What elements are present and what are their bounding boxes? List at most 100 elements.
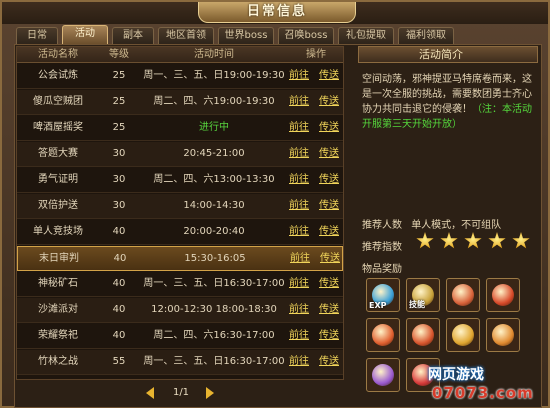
red-gift-icon[interactable]	[406, 318, 440, 352]
reward-orb	[412, 324, 434, 346]
event-time: 15:30-16:05	[184, 253, 246, 264]
skill-book-icon[interactable]: 技能	[406, 278, 440, 312]
event-time: 周一、三、五、日19:00-19:30	[143, 70, 285, 81]
header-level: 等级	[109, 49, 129, 60]
watermark-line2: 07073.com	[432, 384, 534, 402]
event-level: 25	[112, 70, 126, 81]
header-time: 活动时间	[194, 49, 234, 60]
next-page-icon[interactable]	[206, 387, 214, 399]
tab-dungeon[interactable]: 副本	[112, 27, 154, 44]
event-level: 40	[112, 304, 126, 315]
orange-gift-icon[interactable]	[486, 318, 520, 352]
teleport-link[interactable]: 传送	[319, 220, 339, 244]
teleport-link[interactable]: 传送	[319, 272, 339, 296]
event-time: 20:00-20:40	[183, 226, 245, 237]
go-link[interactable]: 前往	[289, 116, 309, 140]
teleport-link[interactable]: 传送	[319, 350, 339, 374]
teleport-link[interactable]: 传送	[319, 142, 339, 166]
reward-orb	[492, 284, 514, 306]
recommend-players-label: 推荐人数	[362, 220, 402, 231]
teleport-link[interactable]: 传送	[319, 194, 339, 218]
go-link[interactable]: 前往	[289, 142, 309, 166]
pet-egg-icon[interactable]	[446, 278, 480, 312]
event-time: 12:00-12:30 18:00-18:30	[151, 304, 277, 315]
table-row[interactable]: 双倍护送 30 14:00-14:30 前往 传送	[17, 194, 343, 219]
gold-gift-icon[interactable]	[446, 318, 480, 352]
event-name: 公会试炼	[38, 70, 78, 81]
event-name: 勇气证明	[38, 174, 78, 185]
mushroom-icon[interactable]	[486, 278, 520, 312]
event-time: 周一、三、五、日16:30-17:00	[143, 356, 285, 367]
tab-welfare[interactable]: 福利领取	[398, 27, 454, 44]
teleport-link[interactable]: 传送	[319, 90, 339, 114]
header-name: 活动名称	[38, 49, 78, 60]
teleport-link[interactable]: 传送	[319, 324, 339, 348]
exp-potion-icon[interactable]: EXP	[366, 278, 400, 312]
event-level: 25	[112, 122, 126, 133]
event-name: 傻瓜空贼团	[33, 96, 83, 107]
tab-world-boss[interactable]: 世界boss	[218, 27, 274, 44]
reward-tag: 技能	[409, 300, 425, 309]
event-time: 周一、三、五、日16:30-17:00	[143, 278, 285, 289]
table-row[interactable]: 荣耀祭祀 40 周二、四、六16:30-17:00 前往 传送	[17, 324, 343, 349]
table-row[interactable]: 傻瓜空贼团 25 周二、四、六19:00-19:30 前往 传送	[17, 90, 343, 115]
event-name: 单人竞技场	[33, 226, 83, 237]
red-mushroom-icon[interactable]	[366, 318, 400, 352]
go-link[interactable]: 前往	[290, 247, 310, 271]
page-number: 1/1	[172, 387, 190, 398]
site-watermark: 网页游戏 07073.com	[410, 362, 550, 408]
tab-daily[interactable]: 日常	[16, 27, 58, 44]
teleport-link[interactable]: 传送	[319, 116, 339, 140]
go-link[interactable]: 前往	[289, 324, 309, 348]
event-name: 荣耀祭祀	[38, 330, 78, 341]
pager: 1/1	[144, 384, 214, 402]
event-name: 答题大赛	[38, 148, 78, 159]
go-link[interactable]: 前往	[289, 168, 309, 192]
event-time: 进行中	[199, 122, 229, 133]
table-row[interactable]: 神秘矿石 40 周一、三、五、日16:30-17:00 前往 传送	[17, 272, 343, 297]
event-level: 25	[112, 96, 126, 107]
go-link[interactable]: 前往	[289, 298, 309, 322]
tab-events[interactable]: 活动	[62, 25, 108, 44]
pouch-icon[interactable]	[366, 358, 400, 392]
table-row[interactable]: 公会试炼 25 周一、三、五、日19:00-19:30 前往 传送	[17, 64, 343, 89]
event-table: 活动名称 等级 活动时间 操作 公会试炼 25 周一、三、五、日19:00-19:3…	[16, 46, 344, 380]
event-name: 神秘矿石	[38, 278, 78, 289]
table-row[interactable]: 啤酒屋摇奖 25 进行中 前往 传送	[17, 116, 343, 141]
info-description: 空间动荡，邪神提亚马特席卷而来，这是一次全服的挑战，需要数团勇士齐心协力共同击退…	[362, 72, 536, 132]
event-time: 周二、四、六13:00-13:30	[153, 174, 275, 185]
event-time: 周二、四、六16:30-17:00	[153, 330, 275, 341]
event-name: 沙滩派对	[38, 304, 78, 315]
table-row[interactable]: 沙滩派对 40 12:00-12:30 18:00-18:30 前往 传送	[17, 298, 343, 323]
table-row[interactable]: 答题大赛 30 20:45-21:00 前往 传送	[17, 142, 343, 167]
event-time: 20:45-21:00	[183, 148, 245, 159]
table-row[interactable]: 末日审判 40 15:30-16:05 前往 传送	[17, 246, 343, 271]
info-title: 活动简介	[358, 46, 538, 63]
event-level: 30	[112, 148, 126, 159]
prev-page-icon[interactable]	[146, 387, 154, 399]
teleport-link[interactable]: 传送	[319, 298, 339, 322]
teleport-link[interactable]: 传送	[320, 247, 340, 271]
recommend-index-label: 推荐指数	[362, 242, 402, 253]
reward-orb	[372, 364, 394, 386]
teleport-link[interactable]: 传送	[319, 168, 339, 192]
table-row[interactable]: 勇气证明 30 周二、四、六13:00-13:30 前往 传送	[17, 168, 343, 193]
reward-orb	[452, 284, 474, 306]
table-row[interactable]: 单人竞技场 40 20:00-20:40 前往 传送	[17, 220, 343, 245]
go-link[interactable]: 前往	[289, 194, 309, 218]
go-link[interactable]: 前往	[289, 220, 309, 244]
event-time: 14:00-14:30	[183, 200, 245, 211]
event-info: 活动简介 空间动荡，邪神提亚马特席卷而来，这是一次全服的挑战，需要数团勇士齐心协…	[358, 46, 538, 216]
go-link[interactable]: 前往	[289, 272, 309, 296]
tab-gift-pack[interactable]: 礼包提取	[338, 27, 394, 44]
tab-region-boss[interactable]: 地区首领	[158, 27, 214, 44]
go-link[interactable]: 前往	[289, 90, 309, 114]
watermark-line1: 网页游戏	[428, 367, 484, 383]
tab-summon-boss[interactable]: 召唤boss	[278, 27, 334, 44]
go-link[interactable]: 前往	[289, 64, 309, 88]
event-level: 30	[112, 174, 126, 185]
table-row[interactable]: 竹林之战 55 周一、三、五、日16:30-17:00 前往 传送	[17, 350, 343, 375]
table-header: 活动名称 等级 活动时间 操作	[17, 47, 343, 63]
go-link[interactable]: 前往	[289, 350, 309, 374]
teleport-link[interactable]: 传送	[319, 64, 339, 88]
